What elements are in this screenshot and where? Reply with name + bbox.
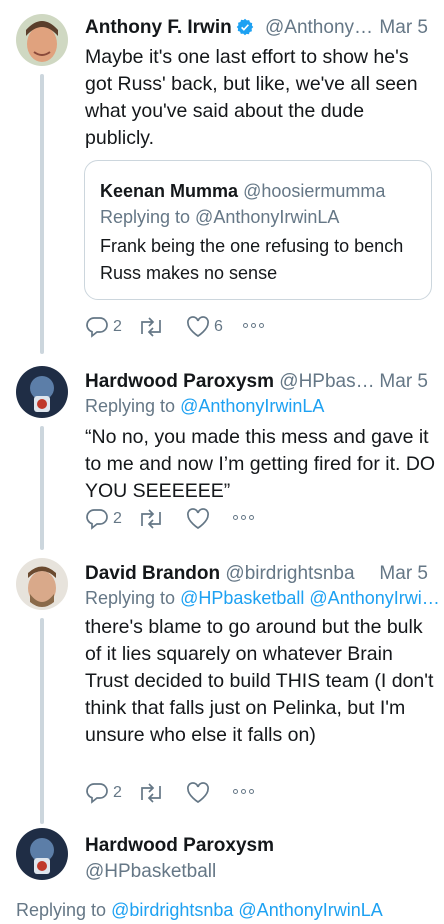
- like-icon: [187, 316, 209, 338]
- tweet-header-handle: @HPbasketball: [85, 860, 436, 884]
- tweet-text: there's blame to go around but the bulk …: [85, 616, 434, 746]
- mention-link[interactable]: @HPbasketball @AnthonyIrwi…: [180, 588, 440, 608]
- retweet-icon: [141, 783, 161, 803]
- author-handle[interactable]: @birdrightsnba: [225, 563, 354, 584]
- replying-to-label: Replying to: [85, 588, 176, 608]
- tweet-date[interactable]: Mar 5: [379, 370, 428, 394]
- replying-to-label: Replying to: [16, 900, 107, 920]
- tweet[interactable]: Hardwood Paroxysm @HPbasketball Replying…: [0, 820, 444, 924]
- tweet-header: Anthony F. Irwin @Anthony… Mar 5: [85, 16, 436, 43]
- reply-icon: [86, 509, 108, 530]
- tweet-date[interactable]: Mar 5: [379, 16, 428, 40]
- like-button[interactable]: [186, 782, 214, 804]
- author-handle[interactable]: @HPbasketball: [85, 861, 216, 882]
- quoted-tweet[interactable]: Keenan Mumma @hoosiermumma Replying to @…: [84, 160, 432, 300]
- reply-icon: [86, 783, 108, 804]
- author-name[interactable]: Hardwood Paroxysm: [85, 835, 274, 856]
- author-name[interactable]: David Brandon: [85, 563, 220, 584]
- quoted-tweet-text: Frank being the one refusing to bench Ru…: [100, 236, 404, 283]
- mention-link[interactable]: @birdrightsnba @AnthonyIrwinLA: [111, 900, 383, 920]
- like-button[interactable]: 6: [186, 316, 223, 338]
- like-count: 6: [214, 318, 223, 335]
- reply-button[interactable]: 2: [85, 782, 122, 804]
- tweet-text: Maybe it's one last effort to show he's …: [85, 46, 418, 149]
- retweet-button[interactable]: [137, 316, 169, 338]
- like-icon: [187, 782, 209, 804]
- reply-button[interactable]: 2: [85, 316, 122, 338]
- tweet[interactable]: Hardwood Paroxysm @HPbas… Mar 5 Replying…: [0, 352, 444, 542]
- replying-to: Replying to @HPbasketball @AnthonyIrwi…: [85, 588, 440, 609]
- quoted-replying-to: Replying to @AnthonyIrwinLA: [100, 207, 340, 227]
- like-button[interactable]: [186, 508, 214, 530]
- quoted-author-handle: @hoosiermumma: [243, 181, 386, 201]
- reply-count: 2: [113, 318, 122, 335]
- replying-to: Replying to @AnthonyIrwinLA: [85, 396, 324, 417]
- avatar[interactable]: [16, 558, 68, 610]
- reply-count: 2: [113, 510, 122, 527]
- replying-to: Replying to @birdrightsnba @AnthonyIrwin…: [16, 900, 383, 921]
- author-handle[interactable]: @HPbas…: [279, 371, 374, 392]
- more-icon[interactable]: [233, 789, 254, 794]
- tweet[interactable]: Anthony F. Irwin @Anthony… Mar 5 Maybe i…: [0, 0, 444, 350]
- author-name[interactable]: Hardwood Paroxysm: [85, 371, 274, 392]
- more-icon[interactable]: [243, 323, 264, 328]
- avatar[interactable]: [16, 366, 68, 418]
- more-icon[interactable]: [233, 515, 254, 520]
- retweet-button[interactable]: [137, 508, 169, 530]
- quoted-author-name: Keenan Mumma: [100, 181, 239, 201]
- reply-icon: [86, 317, 108, 338]
- tweet-text: “No no, you made this mess and gave it t…: [85, 426, 436, 502]
- retweet-icon: [141, 509, 161, 529]
- avatar[interactable]: [16, 828, 68, 880]
- replying-to-label: Replying to: [85, 396, 176, 416]
- tweet-header: Hardwood Paroxysm: [85, 834, 436, 858]
- retweet-button[interactable]: [137, 782, 169, 804]
- avatar[interactable]: [16, 14, 68, 66]
- verified-icon: [236, 18, 254, 43]
- tweet-header: Hardwood Paroxysm @HPbas… Mar 5: [85, 370, 436, 394]
- retweet-icon: [141, 317, 161, 337]
- tweet-date[interactable]: Mar 5: [379, 562, 428, 586]
- reply-button[interactable]: 2: [85, 508, 122, 530]
- tweet[interactable]: David Brandon @birdrightsnba Mar 5 Reply…: [0, 544, 444, 818]
- author-name[interactable]: Anthony F. Irwin: [85, 17, 232, 38]
- mention-link[interactable]: @AnthonyIrwinLA: [180, 396, 324, 416]
- like-icon: [187, 508, 209, 530]
- quoted-tweet-header: Keenan Mumma @hoosiermumma: [100, 181, 385, 202]
- author-handle[interactable]: @Anthony…: [265, 17, 373, 38]
- tweet-header: David Brandon @birdrightsnba Mar 5: [85, 562, 436, 586]
- reply-count: 2: [113, 784, 122, 801]
